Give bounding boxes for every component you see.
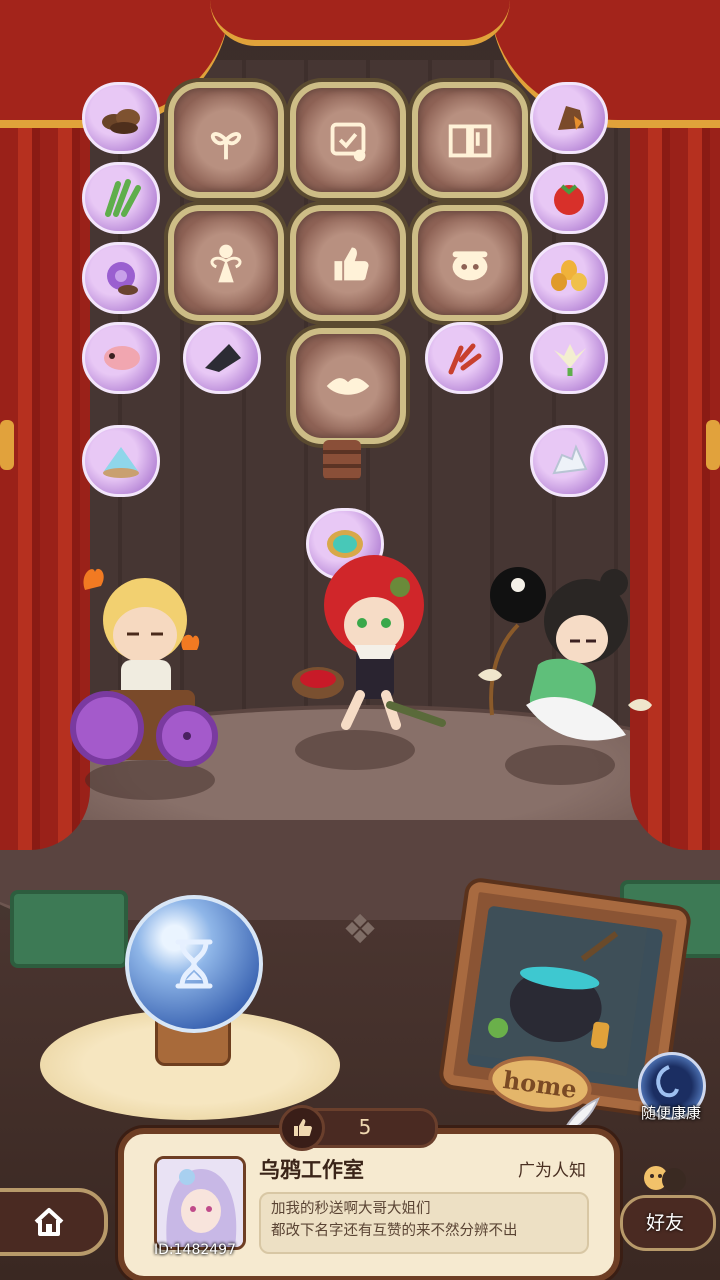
skill-node-cauldron[interactable] [412,205,528,321]
lips-icon [326,378,370,395]
tassel-icon [706,420,720,470]
red-hair-girl[interactable] [290,545,450,745]
hourglass-orb-button[interactable] [125,895,263,1033]
book-icon [448,124,492,158]
skill-node-scroll[interactable] [290,82,406,198]
ingredient-green-lily[interactable] [530,322,608,394]
ingredient-green-herb[interactable] [82,162,160,234]
red-coral-icon [448,343,482,375]
tomato-icon [554,184,584,215]
game-scene: ❖ home 随便康康 ID:1482497 乌鸦工作室 广为人知 加我的秒送啊… [0,0,720,1280]
ingredient-red-coral[interactable] [425,322,503,394]
like-counter[interactable]: 5 [279,1105,438,1151]
ingredient-purple-coral[interactable] [82,242,160,314]
ingredient-larva[interactable] [82,322,160,394]
skill-node-sprout[interactable] [168,82,284,198]
skill-node-fairy[interactable] [168,205,284,321]
skill-connector [323,440,361,480]
left-step [10,890,128,968]
friends-label: 好友 [645,1212,684,1234]
skill-node-lips[interactable] [290,328,406,444]
ingredient-white-crystal[interactable] [530,425,608,497]
hourglass-icon [175,939,213,989]
yellow-flower-icon [551,260,587,291]
fire-boy-wheelchair[interactable] [65,560,225,770]
bio-line: 加我的秒送啊大哥大姐们 [271,1201,431,1217]
fame-level: 广为人知 [518,1161,586,1181]
ingredient-yellow-flower[interactable] [530,242,608,314]
random-visit-label: 随便康康 [640,1104,701,1122]
skill-node-thumbs-up[interactable] [290,205,406,321]
tassel-icon [0,420,14,470]
profile-panel: ID:1482497 乌鸦工作室 广为人知 加我的秒送啊大哥大姐们 都改下名字还… [118,1128,620,1280]
taiji-fisher-girl[interactable] [478,565,658,755]
ingredient-mushroom-cluster[interactable] [82,82,160,154]
ingredient-amber-stone[interactable] [530,82,608,154]
studio-name: 乌鸦工作室 [259,1158,364,1182]
avatar-portrait-icon [157,1159,243,1247]
ingredient-tomato[interactable] [530,162,608,234]
thumbs-up-icon [334,247,369,281]
thumbs-up-icon [279,1105,325,1151]
friends-icon [644,1166,686,1192]
ingredient-crystal-egg[interactable] [82,425,160,497]
house-icon [34,1208,64,1236]
skill-node-book[interactable] [412,82,528,198]
larva-icon [104,346,140,370]
purple-coral-icon [107,262,138,295]
bio-text: 加我的秒送啊大哥大姐们 都改下名字还有互赞的来不然分辨不出 [259,1192,589,1254]
black-shard-icon [205,344,241,372]
mushroom-cluster-icon [102,109,140,134]
crystal-egg-icon [103,447,139,478]
amber-stone-icon [558,106,584,130]
fairy-icon [210,244,242,283]
cauldron-icon [452,251,488,281]
like-count: 5 [358,1115,372,1139]
valance-center [210,0,510,46]
user-id: ID:1482497 [154,1242,236,1258]
ingredient-black-shard[interactable] [183,322,261,394]
sprout-icon [211,132,241,160]
green-lily-icon [554,344,586,376]
bio-line: 都改下名字还有互赞的来不然分辨不出 [271,1223,518,1239]
stage-ornament-icon: ❖ [342,907,378,953]
home-button[interactable] [0,1188,108,1256]
avatar[interactable] [154,1156,246,1250]
scroll-icon [330,122,366,162]
white-crystal-icon [552,444,588,475]
cauldron-scene-icon [468,905,648,1077]
green-herb-icon [105,179,141,217]
